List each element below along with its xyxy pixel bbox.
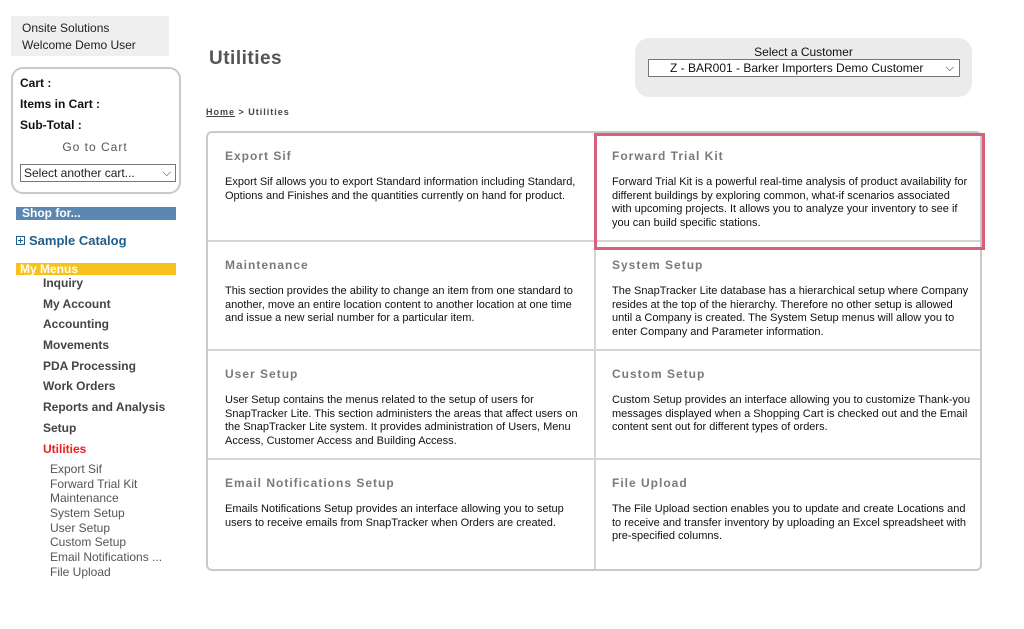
go-to-cart-link[interactable]: Go to Cart [20, 140, 170, 154]
subtotal-label: Sub-Total : [20, 118, 82, 132]
utility-card-export-sif[interactable]: Export Sif Export Sif allows you to expo… [208, 133, 596, 242]
menu-item-my-account[interactable]: My Account [43, 296, 165, 317]
utility-card-title[interactable]: User Setup [225, 367, 582, 381]
customer-selector-label: Select a Customer [754, 45, 853, 59]
submenu-list: Export Sif Forward Trial Kit Maintenance… [50, 462, 162, 580]
submenu-item-email-notifications[interactable]: Email Notifications ... [50, 550, 162, 565]
cart-panel: Cart : Items in Cart : Sub-Total : Go to… [11, 67, 181, 194]
utility-card-user-setup[interactable]: User Setup User Setup contains the menus… [208, 351, 596, 460]
submenu-item-file-upload[interactable]: File Upload [50, 565, 162, 580]
select-cart-dropdown[interactable]: Select another cart... ⌵ [20, 164, 176, 182]
customer-select-dropdown[interactable]: Z - BAR001 - Barker Importers Demo Custo… [648, 59, 960, 77]
utility-card-maintenance[interactable]: Maintenance This section provides the ab… [208, 242, 596, 351]
chevron-down-icon: ⌵ [162, 167, 171, 179]
submenu-item-user-setup[interactable]: User Setup [50, 521, 162, 536]
submenu-item-export-sif[interactable]: Export Sif [50, 462, 162, 477]
utility-card-title[interactable]: Export Sif [225, 149, 582, 163]
menu-list: Inquiry My Account Accounting Movements … [43, 275, 165, 461]
utility-card-description: Export Sif allows you to export Standard… [225, 176, 576, 202]
utility-card-title[interactable]: Custom Setup [612, 367, 972, 381]
company-name: Onsite Solutions [22, 21, 110, 35]
menu-item-inquiry[interactable]: Inquiry [43, 275, 165, 296]
utility-card-email-notifications-setup[interactable]: Email Notifications Setup Emails Notific… [208, 460, 596, 569]
utility-card-title[interactable]: Maintenance [225, 258, 582, 272]
utility-card-title[interactable]: Forward Trial Kit [612, 149, 972, 163]
utility-card-file-upload[interactable]: File Upload The File Upload section enab… [596, 460, 980, 569]
utility-card-description: The SnapTracker Lite database has a hier… [612, 285, 969, 338]
utility-card-description: This section provides the ability to cha… [225, 285, 573, 324]
breadcrumb: Home > Utilities [206, 107, 290, 117]
menu-item-pda-processing[interactable]: PDA Processing [43, 358, 165, 379]
utility-card-forward-trial-kit[interactable]: Forward Trial Kit Forward Trial Kit is a… [596, 133, 980, 242]
chevron-down-icon: ⌵ [945, 62, 954, 74]
shop-for-header[interactable]: Shop for... [16, 207, 176, 220]
sample-catalog-label: Sample Catalog [29, 233, 127, 248]
customer-selector-panel: Select a Customer Z - BAR001 - Barker Im… [635, 38, 972, 97]
breadcrumb-separator: > [235, 107, 249, 117]
submenu-item-system-setup[interactable]: System Setup [50, 506, 162, 521]
menu-item-accounting[interactable]: Accounting [43, 316, 165, 337]
menu-item-work-orders[interactable]: Work Orders [43, 378, 165, 399]
customer-select-value: Z - BAR001 - Barker Importers Demo Custo… [670, 61, 924, 75]
select-cart-value: Select another cart... [24, 166, 135, 180]
menu-item-utilities[interactable]: Utilities [43, 441, 165, 462]
utility-card-custom-setup[interactable]: Custom Setup Custom Setup provides an in… [596, 351, 980, 460]
utility-card-title[interactable]: File Upload [612, 476, 972, 490]
page-title: Utilities [209, 48, 283, 69]
utility-card-description: The File Upload section enables you to u… [612, 503, 967, 542]
utility-card-description: Forward Trial Kit is a powerful real-tim… [612, 176, 968, 229]
utility-card-title[interactable]: Email Notifications Setup [225, 476, 582, 490]
submenu-item-custom-setup[interactable]: Custom Setup [50, 535, 162, 550]
menu-item-setup[interactable]: Setup [43, 420, 165, 441]
breadcrumb-home-link[interactable]: Home [206, 107, 235, 117]
items-in-cart-label: Items in Cart : [20, 97, 101, 111]
utilities-grid: Export Sif Export Sif allows you to expo… [206, 131, 982, 571]
utility-card-description: Emails Notifications Setup provides an i… [225, 503, 564, 529]
welcome-text: Welcome Demo User [22, 38, 136, 52]
submenu-item-maintenance[interactable]: Maintenance [50, 491, 162, 506]
welcome-panel: Onsite Solutions Welcome Demo User [11, 16, 169, 56]
sample-catalog-link[interactable]: Sample Catalog [16, 233, 127, 248]
utility-card-title[interactable]: System Setup [612, 258, 972, 272]
menu-item-reports-and-analysis[interactable]: Reports and Analysis [43, 399, 165, 420]
expand-plus-icon[interactable] [16, 236, 25, 245]
submenu-item-forward-trial-kit[interactable]: Forward Trial Kit [50, 477, 162, 492]
utility-card-description: Custom Setup provides an interface allow… [612, 394, 971, 433]
utility-card-description: User Setup contains the menus related to… [225, 394, 578, 447]
breadcrumb-current: Utilities [248, 107, 290, 117]
my-menus-header: My Menus [16, 263, 176, 275]
menu-item-movements[interactable]: Movements [43, 337, 165, 358]
utility-card-system-setup[interactable]: System Setup The SnapTracker Lite databa… [596, 242, 980, 351]
cart-label: Cart : [20, 76, 52, 90]
